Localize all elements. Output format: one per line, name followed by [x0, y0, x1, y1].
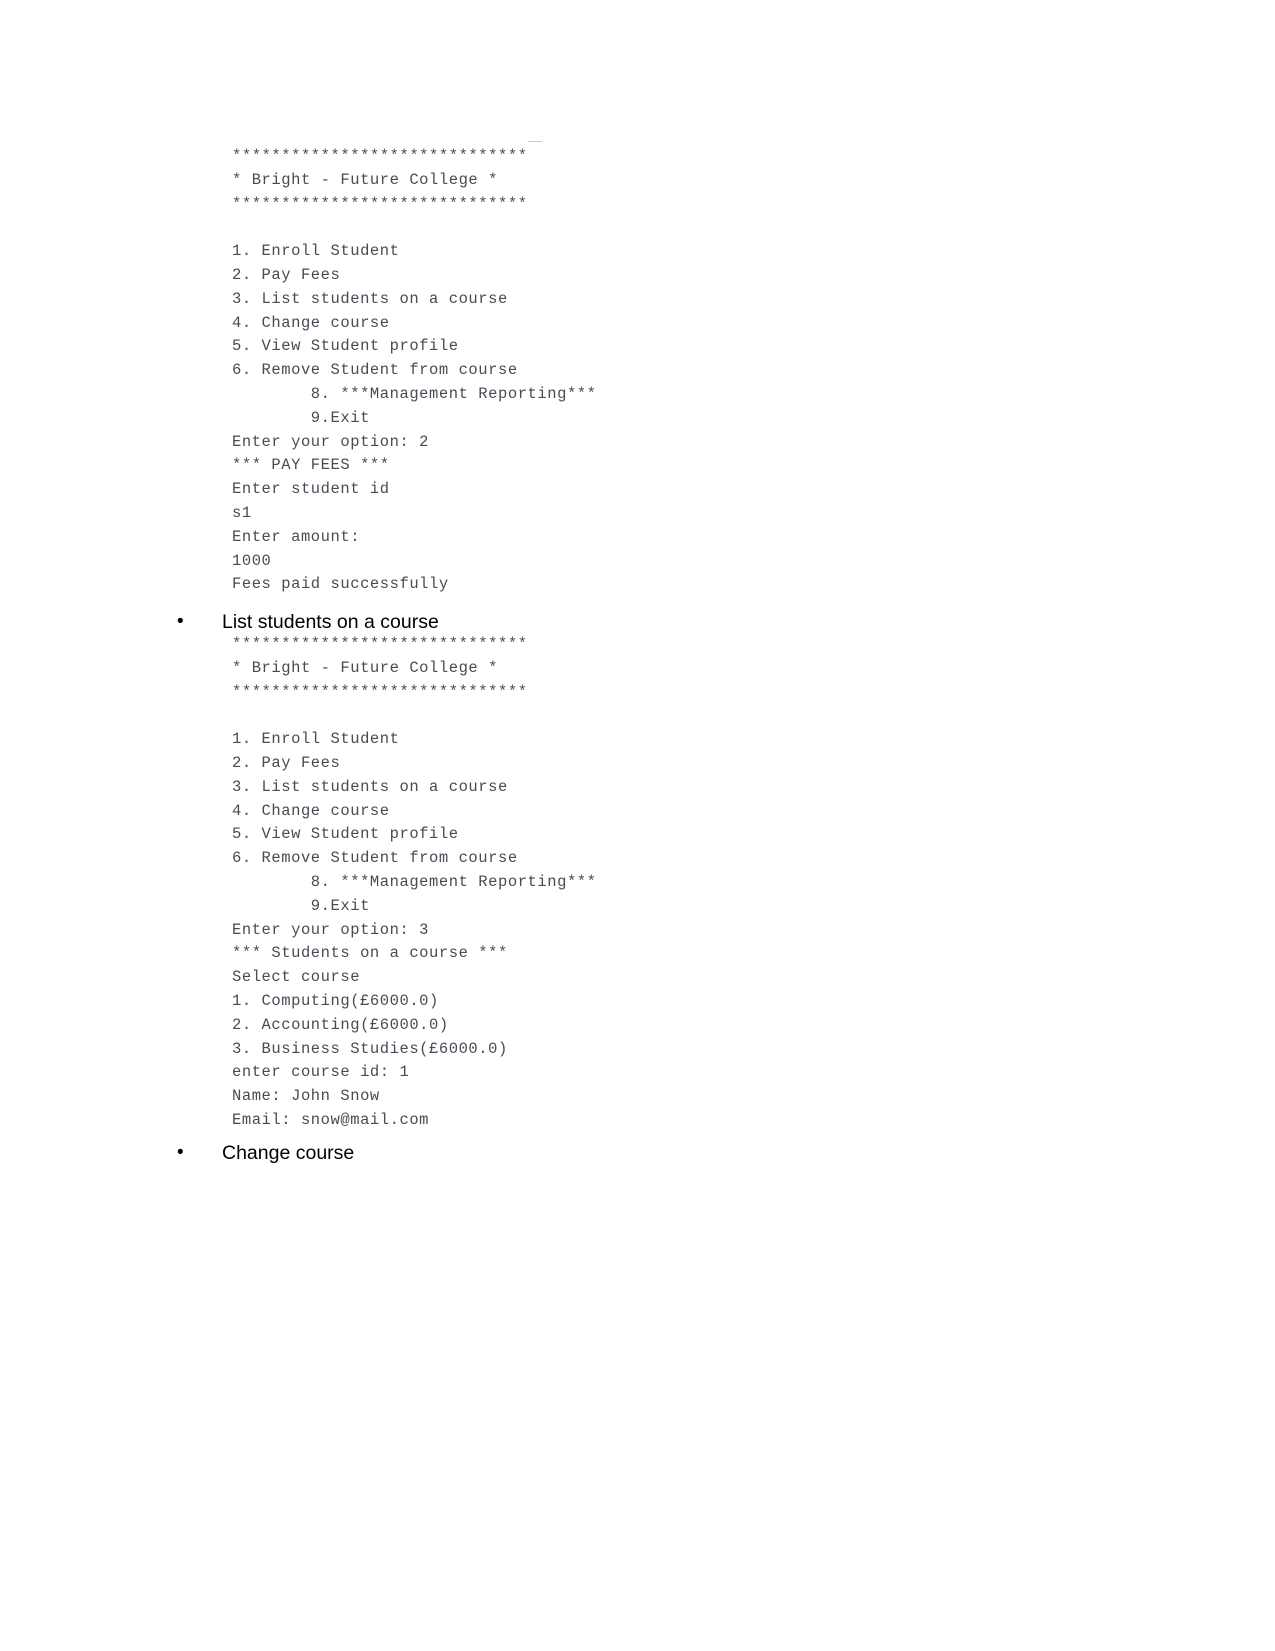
console-line: 4. Change course	[232, 313, 390, 332]
console-line: 8. ***Management Reporting***	[232, 384, 597, 403]
scan-edge-artifact	[528, 141, 542, 142]
bullet-marker-icon: •	[177, 611, 184, 632]
console-line: 4. Change course	[232, 801, 390, 820]
console-line: 3. List students on a course	[232, 777, 508, 796]
console-line: ******************************	[232, 635, 528, 653]
console-line: ******************************	[232, 682, 528, 701]
console-line: ******************************	[232, 194, 528, 213]
console-line: 5. View Student profile	[232, 825, 459, 844]
console-line: Email: snow@mail.com	[232, 1110, 430, 1129]
console-line: 8. ***Management Reporting***	[232, 872, 597, 891]
console-line: Enter amount:	[232, 527, 361, 546]
document-page: ****************************** * Bright -…	[0, 0, 1275, 1651]
console-line: 1000	[232, 551, 272, 570]
console-line: enter course id: 1	[232, 1063, 410, 1082]
bullet-list-students-on-a-course: • List students on a course	[177, 609, 439, 635]
console-line: 9.Exit	[232, 896, 370, 915]
bullet-marker-icon: •	[177, 1142, 184, 1163]
bullet-label: Change course	[222, 1142, 355, 1164]
console-line: 2. Pay Fees	[232, 753, 341, 772]
console-line: 1. Computing(£6000.0)	[232, 991, 439, 1010]
list-students-on-course-console-output: ****************************** * Bright -…	[232, 633, 597, 1133]
console-line: * Bright - Future College *	[232, 170, 498, 189]
console-line: 6. Remove Student from course	[232, 849, 518, 868]
console-line: Fees paid successfully	[232, 575, 449, 594]
console-line: Select course	[232, 968, 361, 987]
console-line: *** PAY FEES ***	[232, 456, 390, 475]
console-line: 1. Enroll Student	[232, 730, 400, 749]
console-line: s1	[232, 503, 252, 522]
console-line: 3. Business Studies(£6000.0)	[232, 1039, 508, 1058]
pay-fees-console-output: ****************************** * Bright -…	[232, 145, 597, 597]
console-line: Enter your option: 3	[232, 920, 430, 939]
console-line: Enter your option: 2	[232, 432, 430, 451]
console-line: *** Students on a course ***	[232, 944, 508, 963]
console-line: 2. Pay Fees	[232, 265, 341, 284]
console-line: Name: John Snow	[232, 1087, 380, 1106]
console-line: 2. Accounting(£6000.0)	[232, 1015, 449, 1034]
console-line: 3. List students on a course	[232, 289, 508, 308]
console-line: 1. Enroll Student	[232, 242, 400, 261]
console-line: * Bright - Future College *	[232, 658, 498, 677]
console-line: 9.Exit	[232, 408, 370, 427]
bullet-change-course: • Change course	[177, 1140, 354, 1166]
console-line: ******************************	[232, 147, 528, 165]
bullet-label: List students on a course	[222, 611, 439, 633]
console-line: 6. Remove Student from course	[232, 361, 518, 380]
console-line: Enter student id	[232, 480, 390, 499]
console-line: 5. View Student profile	[232, 337, 459, 356]
